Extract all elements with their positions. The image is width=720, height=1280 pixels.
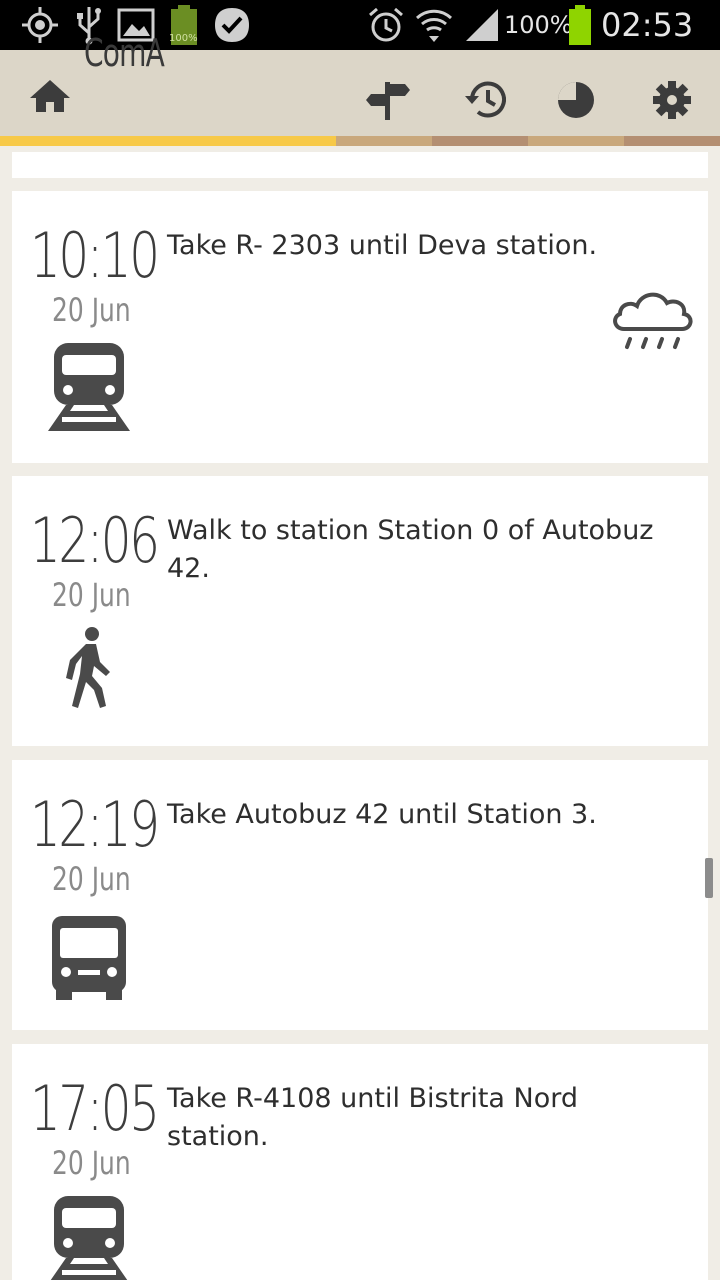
home-icon[interactable] bbox=[28, 78, 72, 114]
route-steps-list[interactable]: 10:10 20 Jun Take R- 2303 until Deva sta… bbox=[0, 146, 720, 1280]
route-step-card[interactable]: 10:10 20 Jun Take R- 2303 until Deva sta… bbox=[12, 191, 708, 463]
step-instruction: Take Autobuz 42 until Station 3. bbox=[167, 799, 597, 830]
step-time: 17:05 bbox=[30, 1072, 160, 1145]
step-time: 10:10 bbox=[30, 219, 160, 292]
signal-icon bbox=[462, 5, 502, 45]
clock: 02:53 bbox=[601, 6, 694, 44]
step-time: 12:19 bbox=[30, 788, 160, 861]
tab-indicator-stats[interactable] bbox=[528, 136, 624, 146]
tab-indicator-home[interactable] bbox=[0, 136, 336, 146]
tab-indicator-route[interactable] bbox=[336, 136, 432, 146]
settings-icon[interactable] bbox=[644, 74, 700, 126]
tab-indicator-strip bbox=[0, 136, 720, 146]
signpost-icon[interactable] bbox=[360, 74, 416, 126]
step-instruction: Walk to station Station 0 of Autobuz 42. bbox=[167, 515, 654, 584]
route-step-card[interactable]: 12:06 20 Jun Walk to station Station 0 o… bbox=[12, 476, 708, 746]
step-instruction: Take R-4108 until Bistrita Nord station. bbox=[167, 1083, 579, 1152]
bus-icon bbox=[48, 908, 130, 1004]
check-badge-icon bbox=[212, 5, 252, 45]
gps-icon bbox=[20, 5, 60, 45]
train-icon bbox=[48, 1192, 130, 1280]
walk-icon bbox=[48, 624, 130, 720]
step-date: 20 Jun bbox=[52, 1144, 131, 1182]
tab-indicator-history[interactable] bbox=[432, 136, 528, 146]
pie-chart-icon[interactable] bbox=[548, 74, 604, 126]
step-date: 20 Jun bbox=[52, 860, 131, 898]
step-instruction: Take R- 2303 until Deva station. bbox=[167, 230, 598, 261]
battery-percent: 100% bbox=[504, 11, 573, 39]
app-title[interactable]: ComA bbox=[84, 0, 165, 106]
wifi-icon bbox=[414, 5, 454, 45]
step-date: 20 Jun bbox=[52, 291, 131, 329]
tab-indicator-settings[interactable] bbox=[624, 136, 720, 146]
history-icon[interactable] bbox=[456, 74, 512, 126]
scrollbar-thumb[interactable] bbox=[705, 858, 713, 898]
step-time: 12:06 bbox=[30, 504, 160, 577]
train-icon bbox=[48, 339, 130, 435]
step-date: 20 Jun bbox=[52, 576, 131, 614]
route-step-card-partial[interactable] bbox=[12, 152, 708, 178]
route-step-card[interactable]: 17:05 20 Jun Take R-4108 until Bistrita … bbox=[12, 1044, 708, 1280]
battery-icon bbox=[566, 5, 594, 45]
rain-cloud-icon bbox=[610, 287, 694, 357]
action-bar: ComA bbox=[0, 31, 720, 136]
alarm-icon bbox=[366, 5, 406, 45]
route-step-card[interactable]: 12:19 20 Jun Take Autobuz 42 until Stati… bbox=[12, 760, 708, 1030]
